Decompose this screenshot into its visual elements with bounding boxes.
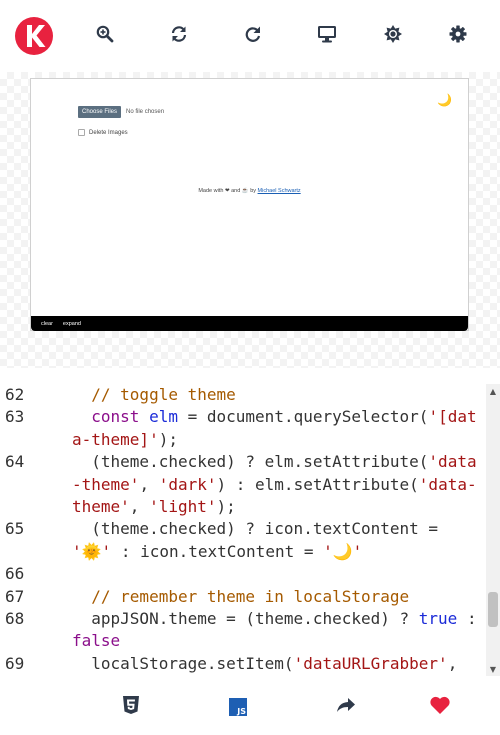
- refresh-icon: [170, 25, 188, 47]
- line-number: 68: [5, 609, 25, 629]
- share-button[interactable]: [330, 694, 362, 720]
- settings-button[interactable]: [443, 22, 473, 50]
- theme-toggle-button[interactable]: [378, 22, 408, 50]
- code-token: : icon.textContent =: [111, 541, 324, 561]
- code-token: false: [72, 631, 121, 651]
- author-link[interactable]: Michael Schwartz: [258, 188, 301, 194]
- bottom-toolbar: JS: [0, 680, 500, 735]
- console-bar: clear expand: [31, 316, 468, 331]
- code-editor[interactable]: 62 // toggle theme 63 const elm = documen…: [0, 384, 486, 676]
- desktop-icon: [317, 25, 337, 47]
- line-number: 69: [5, 653, 25, 673]
- code-token: // toggle theme: [91, 385, 236, 404]
- javascript-icon: JS: [229, 698, 247, 716]
- moon-icon[interactable]: 🌙: [437, 93, 452, 107]
- choose-files-button[interactable]: Choose Files: [78, 106, 122, 118]
- share-icon: [336, 696, 356, 718]
- js-tab-button[interactable]: JS: [222, 694, 254, 720]
- code-token: ,: [129, 497, 150, 517]
- preview-area: 🌙 Choose Files No file chosen Delete Ima…: [0, 72, 500, 368]
- favorite-button[interactable]: [424, 694, 456, 720]
- app-logo-icon[interactable]: [15, 17, 53, 55]
- and-label: and: [231, 188, 241, 194]
- line-number: 67: [5, 586, 25, 606]
- delete-images-row: Delete Images: [78, 129, 128, 136]
- code-token: '🌙': [323, 541, 363, 561]
- js-label: JS: [237, 707, 246, 716]
- html5-icon: [122, 695, 140, 719]
- code-token: :: [457, 609, 486, 629]
- code-token: (theme.checked) ? elm.setAttribute(: [72, 452, 429, 472]
- code-line[interactable]: 62 // toggle theme: [0, 384, 486, 406]
- line-number: 62: [5, 385, 25, 404]
- line-number: 65: [5, 519, 25, 539]
- code-token: ) : elm.setAttribute(: [216, 474, 419, 494]
- line-number: 64: [5, 452, 25, 472]
- heart-icon: [429, 695, 451, 719]
- delete-images-label: Delete Images: [89, 129, 128, 136]
- code-token: (theme.checked) ? icon.textContent =: [72, 519, 448, 539]
- code-line[interactable]: 64 (theme.checked) ? elm.setAttribute('d…: [0, 451, 486, 518]
- code-token: );: [216, 497, 236, 517]
- zoom-in-icon: [96, 25, 114, 47]
- code-line[interactable]: 63 const elm = document.querySelector('[…: [0, 406, 486, 451]
- code-token: 'dataURLGrabber': [293, 653, 448, 673]
- redo-icon: [244, 25, 262, 47]
- credits-text: Made with ❤ and ☕ by Michael Schwartz: [31, 188, 468, 194]
- brightness-icon: [384, 25, 402, 47]
- delete-images-checkbox[interactable]: [78, 129, 85, 136]
- code-token: // remember theme in localStorage: [91, 586, 410, 606]
- scroll-down-icon[interactable]: ▼: [486, 662, 500, 676]
- code-line[interactable]: 65 (theme.checked) ? icon.textContent = …: [0, 518, 486, 563]
- code-token: localStorage.setItem(: [72, 653, 294, 673]
- code-token: 'light': [149, 497, 217, 517]
- code-token: = document.querySelector(: [177, 407, 429, 427]
- code-token: ,: [139, 474, 159, 494]
- code-token: '🌞': [72, 541, 112, 561]
- code-token: elm: [149, 407, 178, 427]
- by-label: by: [250, 188, 257, 194]
- scrollbar-thumb[interactable]: [488, 592, 498, 627]
- line-number: 63: [5, 407, 25, 427]
- code-token: 'dark': [158, 474, 217, 494]
- console-clear-button[interactable]: clear: [41, 321, 53, 327]
- made-with-label: Made with: [198, 188, 224, 194]
- top-toolbar: [0, 0, 500, 72]
- zoom-in-button[interactable]: [90, 22, 120, 50]
- file-input-row: Choose Files No file chosen: [78, 106, 164, 118]
- code-line[interactable]: 68 appJSON.theme = (theme.checked) ? tru…: [0, 608, 486, 653]
- code-token: );: [158, 429, 178, 449]
- code-line[interactable]: 66: [0, 563, 486, 585]
- code-line[interactable]: 67 // remember theme in localStorage: [0, 586, 486, 608]
- code-token: const: [91, 407, 140, 427]
- heart-glyph: ❤: [224, 188, 230, 194]
- code-token: ,: [447, 653, 458, 673]
- settings-icon: [449, 25, 467, 47]
- desktop-view-button[interactable]: [312, 22, 342, 50]
- scroll-up-icon[interactable]: ▲: [486, 384, 500, 398]
- code-token: true: [418, 609, 458, 629]
- editor-scrollbar[interactable]: ▲ ▼: [486, 384, 500, 676]
- redo-button[interactable]: [238, 22, 268, 50]
- preview-frame: 🌙 Choose Files No file chosen Delete Ima…: [30, 78, 469, 331]
- coffee-glyph: ☕: [241, 188, 249, 194]
- code-token: appJSON.theme = (theme.checked) ?: [72, 609, 419, 629]
- file-status-text: No file chosen: [126, 109, 165, 115]
- code-line[interactable]: 69 localStorage.setItem('dataURLGrabber'…: [0, 653, 486, 675]
- line-number: 66: [5, 564, 25, 584]
- console-expand-button[interactable]: expand: [63, 321, 81, 327]
- html-tab-button[interactable]: [115, 694, 147, 720]
- refresh-button[interactable]: [164, 22, 194, 50]
